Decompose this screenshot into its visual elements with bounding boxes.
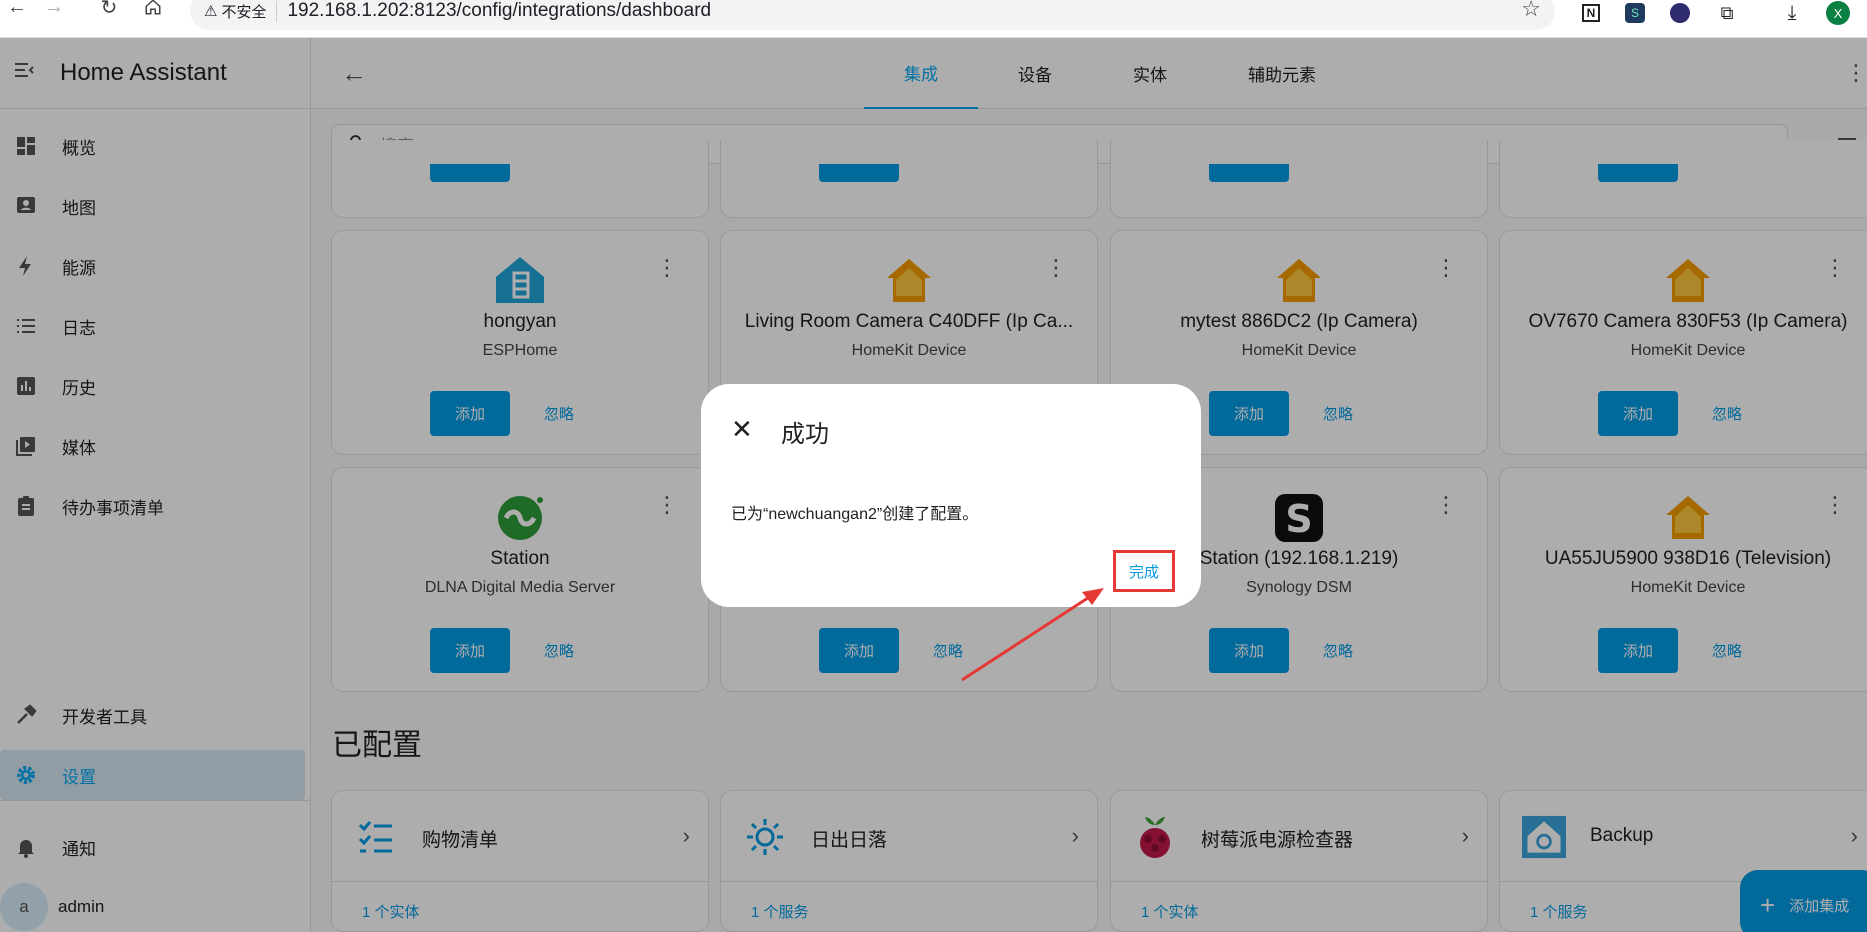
warning-icon: ⚠ [204,3,218,20]
profile-avatar[interactable]: X [1825,0,1851,26]
reload-icon[interactable]: ↻ [92,0,126,22]
home-icon[interactable] [136,0,170,22]
dialog-title: 成功 [781,421,829,448]
notion-extension-icon[interactable]: N [1578,0,1604,26]
close-icon[interactable]: ✕ [731,414,753,445]
success-dialog: ✕ 成功 已为“newchuangan2”创建了配置。 完成 [701,384,1201,607]
download-icon[interactable]: ⤓ [1779,0,1805,26]
extensions-puzzle-icon[interactable]: ⧉ [1714,0,1740,26]
forward-icon[interactable]: → [37,0,71,22]
done-button[interactable]: 完成 [1113,550,1175,592]
extension-eye-icon[interactable] [1667,0,1693,26]
address-bar[interactable]: ⚠ 不安全 192.168.1.202:8123/config/integrat… [190,0,1555,30]
back-icon[interactable]: ← [0,0,34,22]
browser-toolbar: ← → ↻ ⚠ 不安全 192.168.1.202:8123/config/in… [0,0,1867,38]
dialog-message: 已为“newchuangan2”创建了配置。 [731,506,979,523]
url-text: 192.168.1.202:8123/config/integrations/d… [287,0,712,21]
bookmark-star-icon[interactable]: ☆ [1521,0,1541,22]
extension-s-icon[interactable]: S [1622,0,1648,26]
insecure-badge[interactable]: ⚠ 不安全 [204,0,278,22]
